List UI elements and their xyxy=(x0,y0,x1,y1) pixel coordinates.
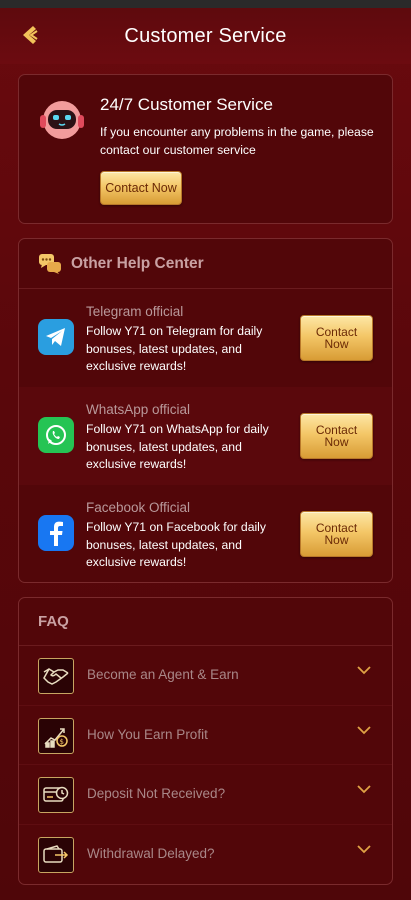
help-center-title: Other Help Center xyxy=(71,254,204,272)
help-item-whatsapp: WhatsApp official Follow Y71 on WhatsApp… xyxy=(19,387,392,485)
help-item-name: Facebook Official xyxy=(86,500,191,515)
customer-service-title: 24/7 Customer Service xyxy=(100,95,273,114)
page-title: Customer Service xyxy=(124,24,287,47)
help-item-description: Follow Y71 on Facebook for daily bonuses… xyxy=(86,520,266,569)
help-item-description: Follow Y71 on WhatsApp for daily bonuses… xyxy=(86,422,269,471)
faq-item-label: How You Earn Profit xyxy=(87,726,208,742)
back-arrow-icon xyxy=(23,26,38,44)
faq-card: FAQ Become an Agent & Earn $ How You Ear… xyxy=(18,597,393,885)
help-item-name: WhatsApp official xyxy=(86,402,191,417)
chevron-down-icon xyxy=(357,666,371,675)
customer-service-card: 24/7 Customer Service If you encounter a… xyxy=(18,74,393,224)
chat-bubbles-icon xyxy=(39,253,61,274)
facebook-contact-button[interactable]: Contact Now xyxy=(300,511,373,557)
faq-header: FAQ xyxy=(19,598,392,646)
faq-item-label: Become an Agent & Earn xyxy=(87,667,239,682)
telegram-contact-button[interactable]: Contact Now xyxy=(300,315,373,361)
faq-item-deposit[interactable]: Deposit Not Received? xyxy=(19,765,392,825)
handshake-icon xyxy=(38,658,74,694)
faq-item-label: Withdrawal Delayed? xyxy=(87,845,215,861)
faq-item-profit[interactable]: $ How You Earn Profit xyxy=(19,706,392,765)
svg-text:$: $ xyxy=(60,738,64,746)
help-item-telegram: Telegram official Follow Y71 on Telegram… xyxy=(19,289,392,387)
back-button[interactable] xyxy=(14,20,44,50)
telegram-icon xyxy=(38,319,74,355)
profit-chart-icon: $ xyxy=(38,717,74,754)
help-item-description: Follow Y71 on Telegram for daily bonuses… xyxy=(86,324,263,373)
faq-item-withdrawal[interactable]: Withdrawal Delayed? xyxy=(19,825,392,885)
help-item-facebook: Facebook Official Follow Y71 on Facebook… xyxy=(19,485,392,582)
contact-now-button[interactable]: Contact Now xyxy=(100,171,182,205)
faq-item-label: Deposit Not Received? xyxy=(87,786,226,801)
customer-service-description: If you encounter any problems in the gam… xyxy=(100,125,374,157)
app-header: Customer Service xyxy=(0,8,411,64)
help-center-header: Other Help Center xyxy=(19,239,392,289)
help-item-name: Telegram official xyxy=(86,304,184,319)
chevron-down-icon xyxy=(357,725,371,734)
card-clock-icon xyxy=(38,777,74,813)
status-bar xyxy=(0,0,411,8)
chevron-down-icon xyxy=(357,785,371,794)
wallet-transfer-icon xyxy=(38,836,74,873)
whatsapp-contact-button[interactable]: Contact Now xyxy=(300,413,373,459)
facebook-icon xyxy=(38,515,74,551)
help-center-card: Other Help Center Telegram official Foll… xyxy=(18,238,393,583)
chevron-down-icon xyxy=(357,844,371,853)
robot-avatar-icon xyxy=(37,93,87,143)
faq-item-agent[interactable]: Become an Agent & Earn xyxy=(19,646,392,706)
faq-title: FAQ xyxy=(38,613,69,630)
whatsapp-icon xyxy=(38,417,74,453)
